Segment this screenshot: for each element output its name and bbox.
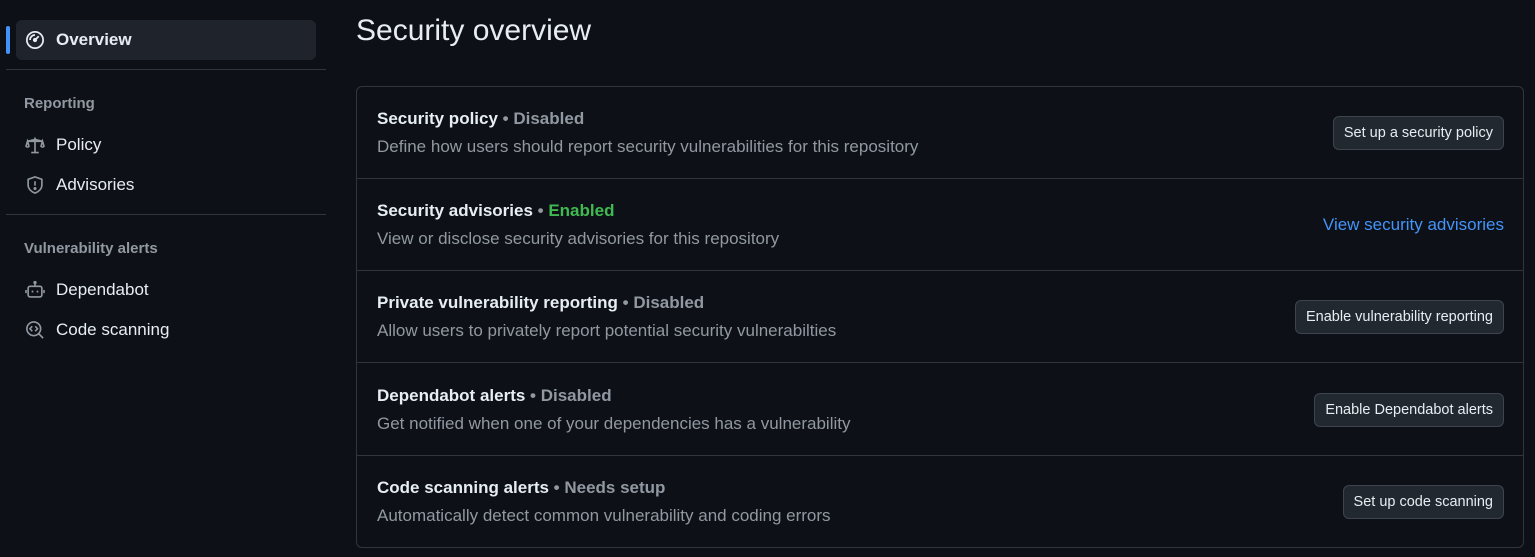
status-label: Disabled bbox=[540, 386, 612, 405]
sidebar-item-label: Advisories bbox=[56, 175, 135, 194]
row-title: Security advisories • Enabled bbox=[377, 201, 614, 221]
dependabot-icon bbox=[24, 279, 46, 301]
row-description: Get notified when one of your dependenci… bbox=[377, 414, 851, 433]
codescan-icon bbox=[24, 319, 46, 341]
status-label: Disabled bbox=[513, 109, 585, 128]
set-up-security-policy-button[interactable]: Set up a security policy bbox=[1332, 116, 1504, 150]
sidebar-item-label: Dependabot bbox=[56, 280, 149, 299]
status-label: Disabled bbox=[633, 293, 705, 312]
sidebar-item-label: Overview bbox=[56, 30, 132, 49]
status-separator: • bbox=[548, 478, 565, 497]
sidebar-item-overview[interactable]: Overview bbox=[16, 20, 316, 60]
security-features-panel: Security policy • Disabled Define how us… bbox=[356, 86, 1524, 548]
sidebar-item-dependabot[interactable]: Dependabot bbox=[16, 270, 316, 310]
enable-dependabot-alerts-button[interactable]: Enable Dependabot alerts bbox=[1314, 393, 1504, 427]
section-heading-reporting: Reporting bbox=[24, 95, 95, 112]
dependabot-alerts-row: Dependabot alerts • Disabled Get notifie… bbox=[357, 364, 1523, 456]
sidebar-item-policy[interactable]: Policy bbox=[16, 125, 316, 165]
row-title: Private vulnerability reporting • Disabl… bbox=[377, 293, 704, 313]
section-heading-vulnerability-alerts: Vulnerability alerts bbox=[24, 240, 158, 257]
view-security-advisories-link[interactable]: View security advisories bbox=[1323, 215, 1504, 235]
sidebar-divider bbox=[6, 214, 326, 215]
row-description: Define how users should report security … bbox=[377, 137, 919, 156]
status-separator: • bbox=[497, 109, 514, 128]
status-separator: • bbox=[532, 201, 549, 220]
feature-name: Security policy bbox=[377, 109, 498, 128]
set-up-code-scanning-button[interactable]: Set up code scanning bbox=[1342, 485, 1504, 519]
security-advisories-row: Security advisories • Enabled View or di… bbox=[357, 179, 1523, 271]
sidebar: Overview Reporting Policy Advisories Vul… bbox=[0, 0, 330, 557]
meter-icon bbox=[24, 29, 46, 51]
sidebar-item-advisories[interactable]: Advisories bbox=[16, 165, 316, 205]
sidebar-item-code-scanning[interactable]: Code scanning bbox=[16, 310, 316, 350]
status-label: Needs setup bbox=[564, 478, 666, 497]
row-description: Allow users to privately report potentia… bbox=[377, 321, 837, 340]
feature-name: Security advisories bbox=[377, 201, 533, 220]
page-title: Security overview bbox=[356, 14, 592, 47]
row-title: Security policy • Disabled bbox=[377, 109, 584, 129]
sidebar-divider bbox=[6, 69, 326, 70]
active-indicator bbox=[6, 26, 10, 54]
feature-name: Private vulnerability reporting bbox=[377, 293, 618, 312]
row-description: Automatically detect common vulnerabilit… bbox=[377, 506, 831, 525]
sidebar-item-label: Code scanning bbox=[56, 320, 170, 339]
code-scanning-alerts-row: Code scanning alerts • Needs setup Autom… bbox=[357, 456, 1523, 548]
shield-icon bbox=[24, 174, 46, 196]
row-title: Dependabot alerts • Disabled bbox=[377, 386, 612, 406]
status-separator: • bbox=[617, 293, 634, 312]
private-vulnerability-reporting-row: Private vulnerability reporting • Disabl… bbox=[357, 271, 1523, 363]
row-description: View or disclose security advisories for… bbox=[377, 229, 780, 248]
status-label: Enabled bbox=[548, 201, 615, 220]
feature-name: Code scanning alerts bbox=[377, 478, 549, 497]
sidebar-item-label: Policy bbox=[56, 135, 102, 154]
law-icon bbox=[24, 134, 46, 156]
security-policy-row: Security policy • Disabled Define how us… bbox=[357, 87, 1523, 179]
row-title: Code scanning alerts • Needs setup bbox=[377, 478, 665, 498]
status-separator: • bbox=[525, 386, 541, 405]
enable-vulnerability-reporting-button[interactable]: Enable vulnerability reporting bbox=[1295, 300, 1504, 334]
feature-name: Dependabot alerts bbox=[377, 386, 526, 405]
